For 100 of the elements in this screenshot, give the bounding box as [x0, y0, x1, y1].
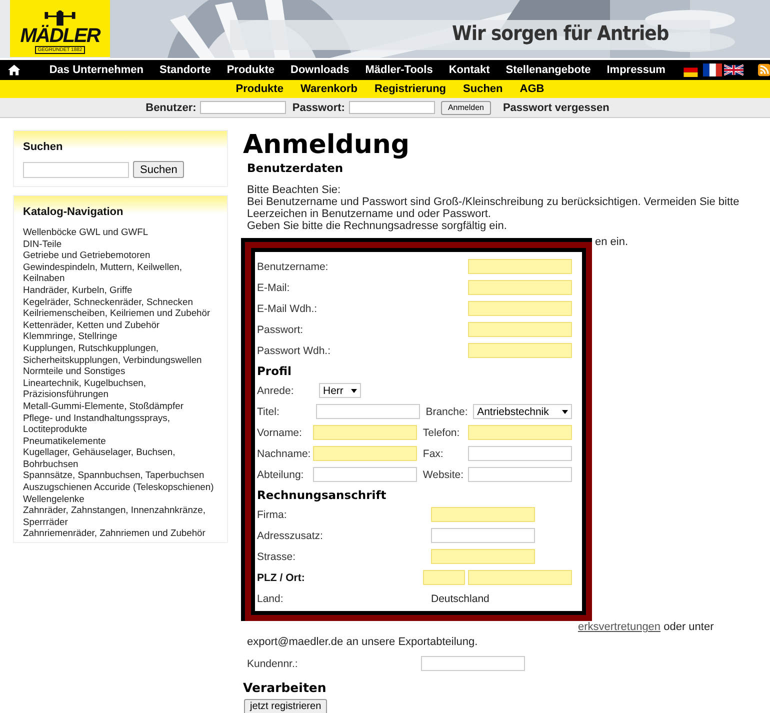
input-field[interactable]: [431, 507, 535, 522]
password-field[interactable]: [348, 101, 435, 114]
field-label: Anrede:: [257, 384, 295, 396]
note-text: oder unter: [662, 621, 714, 633]
note-text: Bitte Beachten Sie:: [247, 184, 342, 196]
group-title: Rechnungsanschrift: [257, 488, 388, 502]
catalog-link[interactable]: Handräder, Kurbeln, Griffe: [23, 284, 219, 296]
subnav-link[interactable]: Suchen: [463, 83, 503, 95]
forgot-password-link[interactable]: Passwort vergessen: [502, 102, 610, 114]
catalog-link[interactable]: Gewindespindeln, Muttern, Keilwellen, Keilnaben: [23, 260, 219, 284]
field-label: Titel:: [257, 406, 280, 418]
field-label: Branche:: [426, 406, 469, 418]
input-field[interactable]: [468, 280, 572, 295]
city-field[interactable]: [468, 570, 572, 585]
postcode-field[interactable]: [423, 570, 465, 585]
input-field[interactable]: [312, 446, 417, 461]
british-flag-icon[interactable]: [724, 63, 744, 77]
french-flag-icon[interactable]: [702, 63, 722, 77]
field-label: Abteilung:: [257, 468, 305, 480]
field-label: Adresszusatz:: [257, 530, 324, 542]
nav-link[interactable]: Downloads: [290, 64, 350, 76]
field-label: PLZ / Ort:: [257, 572, 306, 584]
field-label: Firma:: [257, 508, 288, 520]
login-button[interactable]: Anmelden: [440, 100, 491, 114]
catalog-link[interactable]: DIN-Teile: [23, 238, 219, 250]
catalog-link[interactable]: Spannsätze, Spannbuchsen, Taperbuchsen: [23, 469, 219, 482]
catalog-link[interactable]: Wellenböcke GWL und GWFL: [23, 226, 219, 238]
user-label: Benutzer:: [146, 102, 196, 114]
group-title: Profil: [257, 364, 292, 378]
password-label: Passwort:: [292, 102, 345, 114]
section-title: Benutzerdaten: [247, 161, 344, 175]
catalog-link[interactable]: Normteile und Sonstiges: [23, 365, 219, 377]
input-field[interactable]: [468, 301, 572, 316]
input-field[interactable]: [312, 467, 417, 482]
input-field[interactable]: [312, 425, 417, 440]
salutation-select[interactable]: Herr: [319, 383, 361, 398]
field-label: Vorname:: [257, 426, 303, 438]
catalog-link[interactable]: Keilriemenscheiben, Keilriemen und Zubehör: [23, 307, 219, 319]
catalog-link[interactable]: Kettenräder, Ketten und Zubehör: [23, 318, 219, 330]
subnav-link[interactable]: AGB: [520, 83, 544, 95]
catalog-link[interactable]: Kegelräder, Schneckenräder, Schnecken: [23, 296, 219, 308]
field-label: Benutzername:: [257, 260, 328, 272]
input-field[interactable]: [468, 322, 572, 337]
catalog-link[interactable]: Pneumatikelemente: [23, 434, 219, 446]
slogan: Wir sorgen für Antrieb: [452, 21, 669, 45]
subnav-link[interactable]: Warenkorb: [300, 83, 358, 95]
catalog-link[interactable]: Getriebe und Getriebemotoren: [23, 249, 219, 261]
search-button[interactable]: Suchen: [133, 161, 184, 178]
catalog-link[interactable]: Zahnriemenräder, Zahnriemen und Zubehör: [23, 527, 219, 540]
field-label: Strasse:: [257, 550, 297, 562]
caret-icon: [562, 410, 568, 414]
input-field[interactable]: [468, 446, 572, 461]
search-field[interactable]: [23, 162, 129, 178]
nav-link[interactable]: Impressum: [606, 64, 666, 76]
input-field[interactable]: [468, 425, 572, 440]
section-title: Verarbeiten: [243, 680, 328, 695]
catalog-link[interactable]: Pflege- und Instandhaltungssprays, Loctiteprodukte: [23, 412, 219, 435]
field-label: E-Mail:: [257, 282, 290, 294]
field-label: Fax:: [422, 448, 444, 460]
input-field[interactable]: [468, 343, 572, 358]
industry-select[interactable]: Antriebstechnik: [473, 404, 572, 419]
catalog-link[interactable]: Auszugschienen Accuride (Teleskopschienen): [23, 481, 219, 493]
page-title: Anmeldung: [243, 130, 411, 160]
field-label: Passwort Wdh.:: [257, 344, 331, 356]
field-label: E-Mail Wdh.:: [257, 302, 318, 314]
input-field[interactable]: [431, 549, 535, 564]
catalog-link[interactable]: Lineartechnik, Kugelbuchsen, Präzisionsführungen: [23, 376, 219, 400]
rss-icon[interactable]: [758, 63, 770, 77]
note-text: Bei Benutzername und Passwort sind Groß-/Kleinschreibung zu berücksichtigen. Vermeiden Sie bitte Leerzeichen in Benutzername und oder Passwort.: [247, 196, 740, 220]
field-label: Nachname:: [257, 448, 312, 460]
catalog-link[interactable]: Klemmringe, Stellringe: [23, 330, 219, 342]
input-field[interactable]: [316, 404, 420, 419]
note-text: Geben Sie bitte die Rechnungsadresse sorgfältig ein.: [247, 220, 508, 232]
nav-link[interactable]: Das Unternehmen: [49, 64, 144, 76]
subnav-link[interactable]: Produkte: [236, 83, 284, 95]
input-field[interactable]: [468, 467, 572, 482]
field-label: Passwort:: [257, 324, 304, 336]
nav-link[interactable]: Mädler-Tools: [365, 64, 433, 76]
subnav-link[interactable]: Registrierung: [374, 83, 446, 95]
caret-icon: [351, 388, 357, 392]
catalog-link[interactable]: Kupplungen, Rutschkupplungen, Sicherheitskupplungen, Verbindungswellen: [23, 342, 219, 366]
catalog-link[interactable]: Zahnräder, Zahnstangen, Innenzahnkränze, Sperrräder: [23, 504, 219, 528]
nav-link[interactable]: Kontakt: [448, 64, 490, 76]
field-label: Land:: [257, 592, 284, 604]
catalog-link[interactable]: Wellengelenke: [23, 492, 219, 504]
catalog-link[interactable]: Metall-Gummi-Elemente, Stoßdämpfer: [23, 400, 219, 412]
note-text: en ein.: [595, 236, 628, 248]
panel-title: Katalog-Navigation: [23, 206, 124, 218]
catalog-link[interactable]: Kugellager, Gehäuselager, Buchsen, Bohrbuchsen: [23, 446, 219, 470]
customer-number-field[interactable]: [421, 656, 525, 671]
user-field[interactable]: [200, 101, 286, 114]
home-icon[interactable]: [8, 64, 20, 76]
nav-link[interactable]: Produkte: [226, 64, 275, 76]
nav-link[interactable]: Stellenangebote: [506, 64, 591, 76]
nav-link[interactable]: Standorte: [159, 64, 211, 76]
representatives-link[interactable]: erksvertretungen: [578, 621, 661, 633]
panel-title: Suchen: [23, 141, 64, 153]
input-field[interactable]: [468, 259, 572, 274]
input-field[interactable]: [431, 528, 535, 543]
register-button[interactable]: jetzt registrieren: [244, 698, 328, 713]
